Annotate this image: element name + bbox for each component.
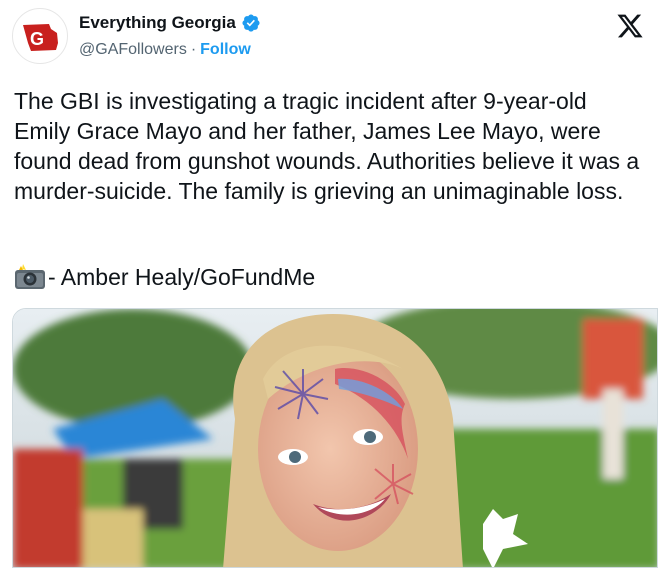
handle[interactable]: @GAFollowers — [79, 41, 187, 58]
name-row: Everything Georgia — [79, 13, 261, 33]
display-name[interactable]: Everything Georgia — [79, 13, 236, 33]
separator-dot: · — [190, 41, 197, 58]
avatar[interactable]: G — [12, 8, 68, 64]
follow-button[interactable]: Follow — [200, 41, 251, 58]
handle-row: @GAFollowers · Follow — [79, 41, 251, 59]
x-logo-icon[interactable] — [616, 12, 644, 40]
verified-badge-icon — [242, 14, 260, 32]
georgia-logo-icon: G — [23, 24, 58, 51]
tweet-text: The GBI is investigating a tragic incide… — [14, 88, 640, 204]
photo-image — [13, 309, 657, 567]
tweet-header: G Everything Georgia @GAFollowers · Follow — [0, 0, 658, 76]
camera-flash-icon — [15, 264, 45, 289]
credit-text: - Amber Healy/GoFundMe — [48, 264, 316, 290]
tweet-photo[interactable] — [12, 308, 658, 568]
avatar-letter: G — [30, 29, 44, 49]
photo-credit: - Amber Healy/GoFundMe — [14, 262, 315, 292]
